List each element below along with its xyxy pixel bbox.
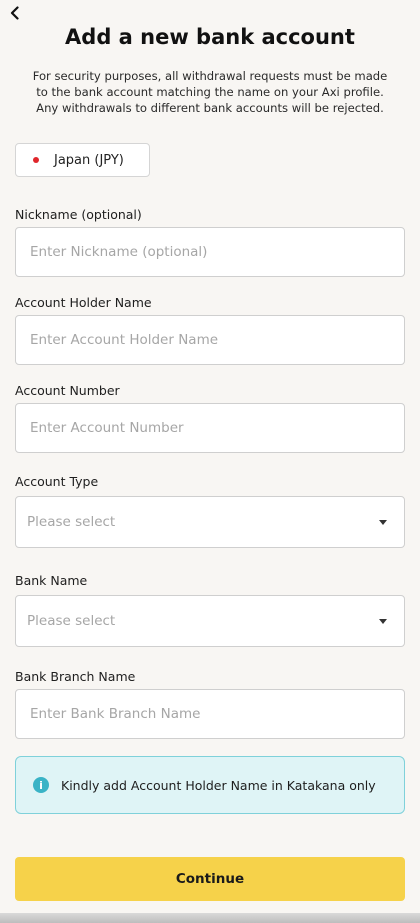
bank-name-label: Bank Name [15,573,88,588]
security-notice: For security purposes, all withdrawal re… [12,68,408,116]
chevron-left-icon [10,6,19,20]
notice-line-1: For security purposes, all withdrawal re… [32,69,388,83]
bank-name-placeholder: Please select [27,613,116,629]
nickname-label: Nickname (optional) [15,207,142,222]
account-number-input[interactable] [15,403,405,453]
account-number-label: Account Number [15,383,120,398]
bank-branch-name-label: Bank Branch Name [15,669,136,684]
back-button[interactable] [4,2,26,24]
nickname-input[interactable] [15,227,405,277]
country-selector[interactable]: Japan (JPY) [15,143,150,177]
notice-line-2: to the bank account matching the name on… [36,85,384,99]
bank-name-select[interactable]: Please select [15,595,405,647]
japan-flag-icon [33,157,39,163]
bank-branch-name-input[interactable] [15,689,405,739]
bottom-edge [0,913,420,923]
account-holder-name-label: Account Holder Name [15,295,152,310]
caret-down-icon [379,519,387,525]
page-title: Add a new bank account [65,25,355,49]
account-type-select[interactable]: Please select [15,496,405,548]
info-icon: i [33,777,49,793]
country-label: Japan (JPY) [54,152,124,168]
katakana-info-banner: i Kindly add Account Holder Name in Kata… [15,756,405,814]
account-holder-name-input[interactable] [15,315,405,365]
caret-down-icon [379,618,387,624]
notice-line-3: Any withdrawals to different bank accoun… [36,101,384,115]
account-type-label: Account Type [15,474,99,489]
continue-button[interactable]: Continue [15,857,405,901]
account-type-placeholder: Please select [27,514,116,530]
info-banner-text: Kindly add Account Holder Name in Kataka… [61,777,376,793]
